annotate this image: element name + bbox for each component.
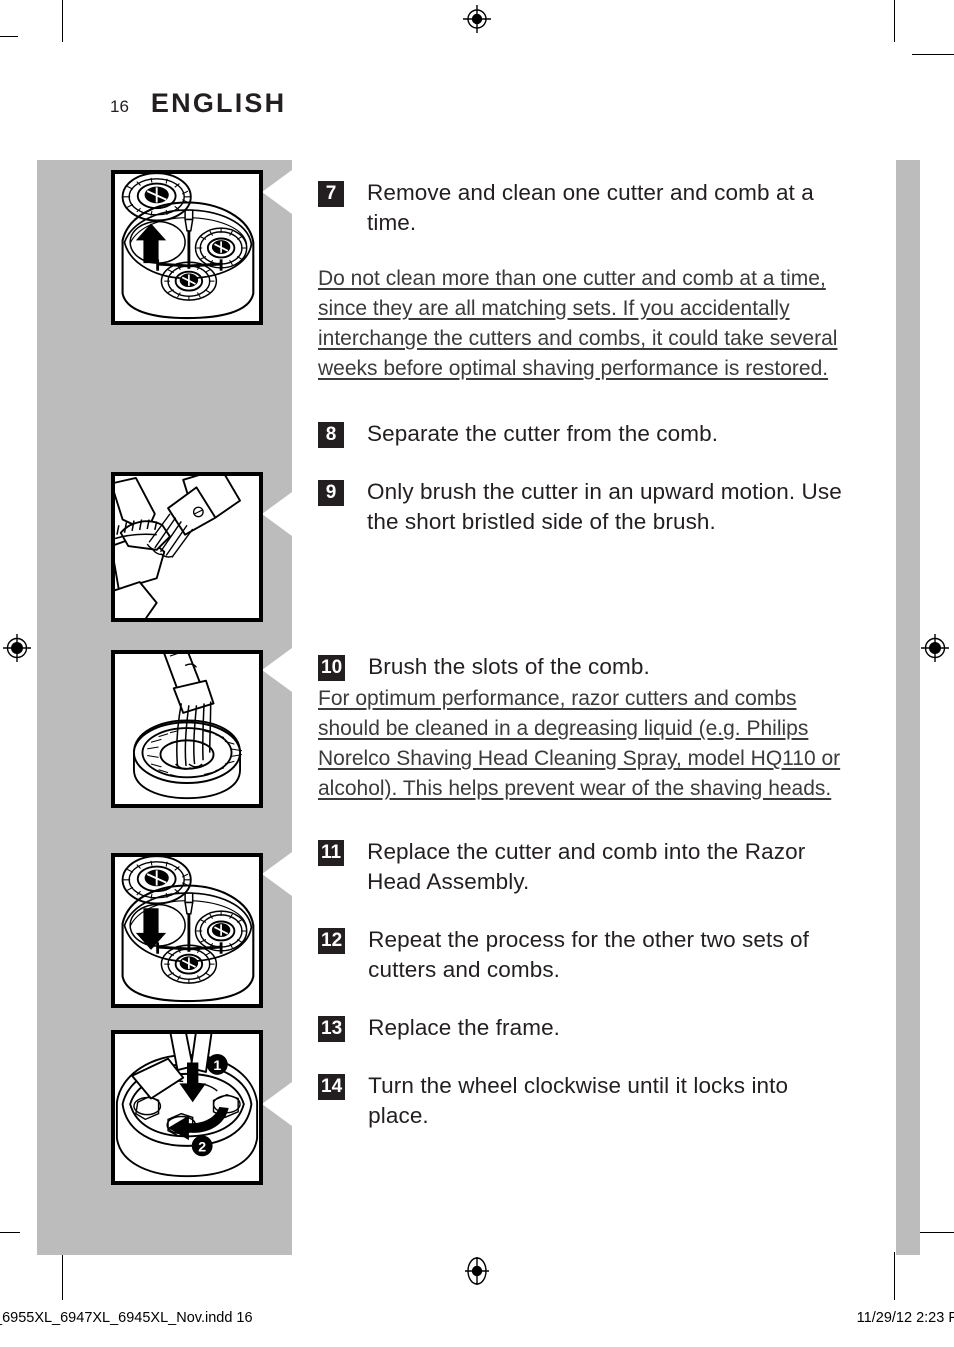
step-9-text: Only brush the cutter in an upward motio… xyxy=(367,479,842,534)
step-7-badge: 7 xyxy=(318,181,344,207)
step-12-text: Repeat the process for the other two set… xyxy=(368,927,810,982)
right-gray-band xyxy=(896,160,920,1255)
shaver-head-remove-cutter-illustration xyxy=(121,174,255,320)
registration-target-left xyxy=(3,634,31,662)
step-11: 11 Replace the cutter and comb into the … xyxy=(318,837,878,897)
step-14-badge: 14 xyxy=(318,1074,346,1100)
shaver-head-replace-cutter-illustration xyxy=(121,857,255,1003)
step-13-text: Replace the frame. xyxy=(368,1015,561,1040)
up-arrow xyxy=(135,223,167,264)
note-under-step-10: For optimum performance, razor cutters a… xyxy=(318,684,860,804)
svg-text:2: 2 xyxy=(198,1140,206,1156)
step-10-badge: 10 xyxy=(318,655,346,681)
figure-shaver-head-replace-cutter xyxy=(111,853,263,1008)
note-after-step-7: Do not clean more than one cutter and co… xyxy=(318,264,856,384)
svg-text:1: 1 xyxy=(213,1058,221,1074)
band-notch-4 xyxy=(262,852,292,896)
band-notch-1 xyxy=(262,170,292,214)
step-11-text: Replace the cutter and comb into the Raz… xyxy=(367,839,806,894)
crop-mark-right-top xyxy=(912,54,954,55)
step-11-badge: 11 xyxy=(318,840,345,866)
callout-1: 1 xyxy=(206,1053,228,1075)
step-13: 13 Replace the frame. xyxy=(318,1013,878,1043)
registration-target-right xyxy=(921,634,949,662)
crop-mark-top-left xyxy=(62,0,63,42)
page-title: ENGLISH xyxy=(150,88,287,118)
callout-2: 2 xyxy=(191,1135,213,1157)
registration-target-top xyxy=(463,5,491,33)
step-14-text: Turn the wheel clockwise until it locks … xyxy=(368,1073,789,1128)
step-12-badge: 12 xyxy=(318,928,346,954)
crop-mark-bottom-left xyxy=(62,1252,63,1300)
band-notch-3 xyxy=(262,648,292,692)
figure-brush-cutter-upward xyxy=(111,472,263,622)
brush-cutter-upward-illustration xyxy=(115,476,241,618)
figure-replace-frame-turn-wheel: 1 2 xyxy=(111,1030,263,1185)
step-7-text: Remove and clean one cutter and comb at … xyxy=(367,180,814,235)
step-8: 8 Separate the cutter from the comb. xyxy=(318,419,878,449)
page-header: 16 ENGLISH xyxy=(110,88,286,119)
step-12: 12 Repeat the process for the other two … xyxy=(318,925,878,985)
figure-brush-comb-slots xyxy=(111,650,263,808)
crop-mark-left-bottom xyxy=(0,1232,20,1233)
replace-frame-turn-wheel-illustration: 1 2 xyxy=(115,1034,259,1178)
step-9: 9 Only brush the cutter in an upward mot… xyxy=(318,477,878,537)
note-under-step-10-text: For optimum performance, razor cutters a… xyxy=(318,687,841,800)
crop-mark-top-right xyxy=(894,0,895,42)
figure-shaver-head-remove-cutter xyxy=(111,170,263,325)
brush-comb-slots-illustration xyxy=(133,654,243,800)
footer-timestamp: 11/29/12 2:23 P xyxy=(856,1310,954,1326)
registration-target-bottom xyxy=(465,1257,489,1285)
crop-mark-left-top xyxy=(0,36,18,37)
instructions-column: 7 Remove and clean one cutter and comb a… xyxy=(318,178,878,1131)
step-13-badge: 13 xyxy=(318,1016,346,1042)
step-14: 14 Turn the wheel clockwise until it loc… xyxy=(318,1071,878,1131)
band-notch-2 xyxy=(262,492,292,536)
crop-mark-bottom-right xyxy=(894,1252,895,1300)
step-8-badge: 8 xyxy=(318,422,344,448)
note-after-step-7-text: Do not clean more than one cutter and co… xyxy=(318,267,838,380)
step-7: 7 Remove and clean one cutter and comb a… xyxy=(318,178,878,238)
printed-page: 16 ENGLISH 1 2 7 Remove and clean one cu… xyxy=(0,0,954,1347)
page-number: 16 xyxy=(110,97,129,116)
step-9-badge: 9 xyxy=(318,480,344,506)
band-notch-5 xyxy=(262,1082,292,1126)
step-10: 10 Brush the slots of the comb. xyxy=(318,652,878,682)
step-10-text: Brush the slots of the comb. xyxy=(368,654,650,679)
footer-filename: _6955XL_6947XL_6945XL_Nov.indd 16 xyxy=(0,1310,253,1326)
step-8-text: Separate the cutter from the comb. xyxy=(367,421,719,446)
